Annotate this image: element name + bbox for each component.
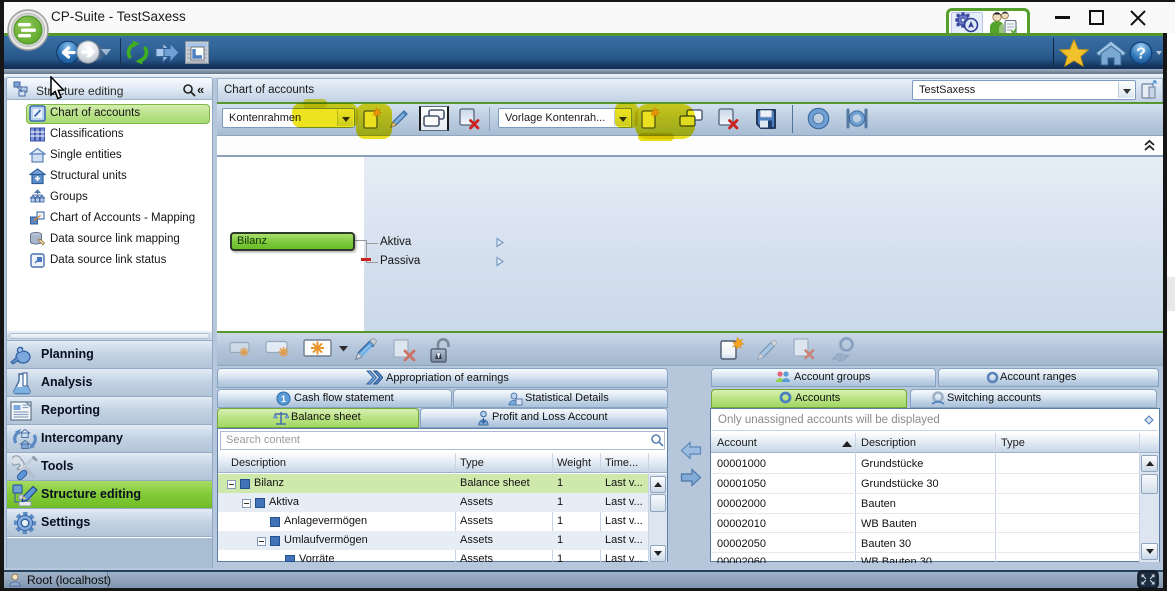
- svg-text:?: ?: [1136, 46, 1146, 63]
- svg-text:1: 1: [281, 394, 286, 404]
